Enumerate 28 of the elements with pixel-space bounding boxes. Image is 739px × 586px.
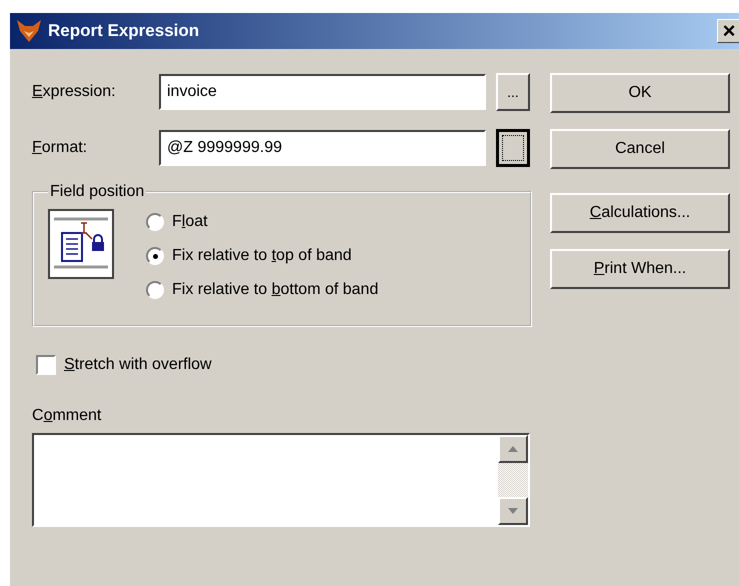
radio-label[interactable]: Float (172, 213, 208, 231)
field-label: Format: (32, 139, 88, 157)
close-button[interactable]: × (717, 19, 739, 43)
dialog-button[interactable]: OK (550, 73, 730, 113)
text-field[interactable]: @Z 9999999.99 (159, 130, 486, 166)
comment-field[interactable] (32, 433, 530, 527)
text-field[interactable]: invoice (159, 74, 486, 110)
checkbox-label[interactable]: Stretch with overflow (64, 356, 212, 374)
radio-label[interactable]: Fix relative to top of band (172, 247, 352, 265)
down-arrow-icon[interactable] (508, 508, 518, 514)
comment-label: Comment (32, 407, 102, 425)
dialog-button[interactable]: Cancel (550, 129, 730, 169)
fox-icon (16, 19, 42, 43)
window-title: Report Expression (48, 21, 200, 41)
radio-label[interactable]: Fix relative to bottom of band (172, 281, 378, 299)
up-arrow-icon[interactable] (508, 446, 518, 452)
scrollbar[interactable] (498, 435, 528, 525)
dialog-button[interactable]: Calculations... (550, 193, 730, 233)
group-title: Field position (49, 183, 146, 201)
radio-button[interactable] (146, 281, 164, 299)
field-position-icon (48, 209, 114, 279)
field-label: Expression: (32, 83, 117, 101)
checkbox[interactable] (36, 355, 56, 375)
dialog-button[interactable]: Print When... (550, 249, 730, 289)
radio-button[interactable] (146, 213, 164, 231)
browse-button[interactable]: ... (496, 73, 530, 111)
browse-button[interactable] (496, 129, 530, 167)
radio-button[interactable] (146, 247, 164, 265)
